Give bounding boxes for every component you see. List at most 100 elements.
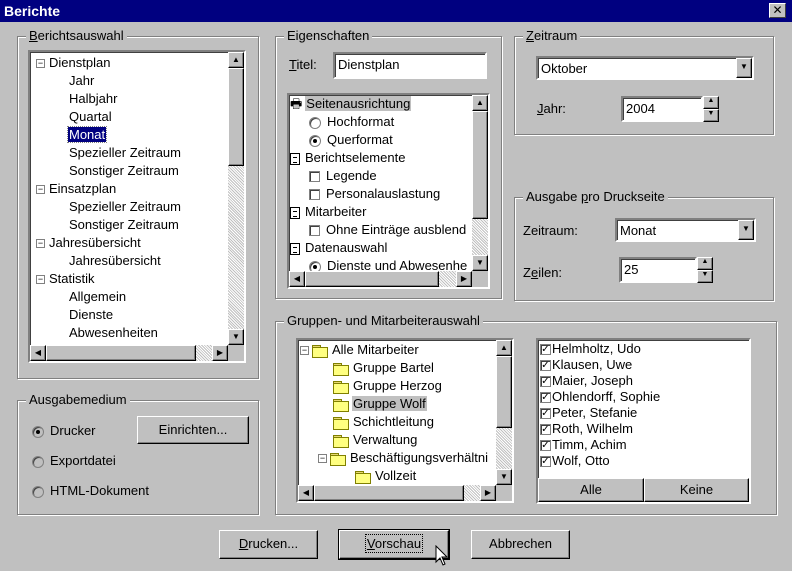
group-tree-item[interactable]: Gruppe Wolf: [333, 395, 427, 413]
property-item[interactable]: 🖶 Seitenausrichtung: [290, 95, 412, 113]
collapse-icon[interactable]: −: [36, 185, 45, 195]
properties-list[interactable]: 🖶 Seitenausrichtung Hochformat Querformat Be…: [287, 93, 490, 289]
spin-down-icon[interactable]: ▼: [703, 109, 719, 122]
scroll-down-button[interactable]: ▼: [496, 469, 512, 485]
employee-list[interactable]: ✓ Helmholtz, Udo ✓ Klausen, Uwe ✓ Maier, Jose…: [536, 338, 751, 504]
checkbox-checked-icon[interactable]: ✓: [540, 424, 551, 436]
group-tree-item[interactable]: Vollzeit: [355, 467, 417, 485]
property-item[interactable]: Personalauslastung: [309, 185, 440, 203]
tree-item[interactable]: Sonstiger Zeitraum: [68, 216, 180, 234]
properties-hscroll[interactable]: ◀ ▶: [289, 271, 472, 287]
scroll-right-button[interactable]: ▶: [480, 485, 496, 501]
scroll-up-button[interactable]: ▲: [472, 95, 488, 111]
collapse-icon[interactable]: −: [36, 59, 45, 69]
tree-item[interactable]: Halbjahr: [68, 90, 118, 108]
checkbox-checked-icon[interactable]: ✓: [540, 392, 551, 404]
drucken-button[interactable]: Drucken...: [219, 530, 318, 559]
einrichten-button[interactable]: Einrichten...: [137, 416, 249, 444]
checkbox-checked-icon[interactable]: ✓: [540, 440, 551, 452]
tree-item[interactable]: Quartal: [68, 108, 113, 126]
chevron-down-icon[interactable]: ▼: [736, 58, 752, 78]
scroll-right-button[interactable]: ▶: [456, 271, 472, 287]
tree-item[interactable]: Jahr: [68, 72, 95, 90]
year-input[interactable]: 2004: [621, 96, 703, 122]
zeilen-input[interactable]: 25: [619, 257, 697, 283]
collapse-icon[interactable]: −: [318, 454, 327, 464]
tree-item[interactable]: Spezieller Zeitraum: [68, 144, 182, 162]
spin-up-icon[interactable]: ▲: [697, 257, 713, 270]
zeilen-spinner[interactable]: ▲ ▼: [697, 257, 713, 283]
scroll-thumb[interactable]: [496, 356, 512, 428]
collapse-icon[interactable]: −: [300, 346, 309, 356]
collapse-icon[interactable]: −: [36, 275, 45, 285]
scroll-thumb[interactable]: [228, 68, 244, 166]
spin-down-icon[interactable]: ▼: [697, 270, 713, 283]
group-tree-item[interactable]: Gruppe Herzog: [333, 377, 443, 395]
report-tree[interactable]: − Dienstplan Jahr Halbjahr Quartal Monat Spezi…: [28, 50, 246, 363]
employee-item[interactable]: ✓ Peter, Stefanie: [540, 405, 637, 421]
property-item[interactable]: Ohne Einträge ausblend: [309, 221, 466, 239]
employee-item[interactable]: ✓ Wolf, Otto: [540, 453, 610, 469]
scroll-thumb[interactable]: [472, 111, 488, 219]
tree-item[interactable]: Jahresübersicht: [68, 252, 162, 270]
abbrechen-button[interactable]: Abbrechen: [471, 530, 570, 559]
employee-item[interactable]: ✓ Klausen, Uwe: [540, 357, 632, 373]
employee-item[interactable]: ✓ Helmholtz, Udo: [540, 341, 641, 357]
keine-button[interactable]: Keine: [644, 478, 749, 502]
scroll-up-button[interactable]: ▲: [228, 52, 244, 68]
tree-item[interactable]: − Statistik: [36, 270, 96, 288]
tree-item[interactable]: Spezieller Zeitraum: [68, 198, 182, 216]
employee-item[interactable]: ✓ Roth, Wilhelm: [540, 421, 633, 437]
radio-exportdatei[interactable]: Exportdatei: [32, 453, 116, 469]
radio-drucker[interactable]: Drucker: [32, 423, 96, 439]
tree-item[interactable]: − Dienstplan: [36, 54, 111, 72]
druck-zeitraum-select[interactable]: Monat ▼: [615, 218, 756, 242]
tree-item[interactable]: Monat: [66, 126, 108, 144]
spin-up-icon[interactable]: ▲: [703, 96, 719, 109]
report-tree-hscroll[interactable]: ◀ ▶: [30, 345, 228, 361]
collapse-icon[interactable]: −: [36, 239, 45, 249]
scroll-right-button[interactable]: ▶: [212, 345, 228, 361]
group-tree-item[interactable]: Verwaltung: [333, 431, 418, 449]
employee-item[interactable]: ✓ Timm, Achim: [540, 437, 627, 453]
property-item[interactable]: Querformat: [309, 131, 393, 149]
report-tree-vscroll[interactable]: ▲ ▼: [228, 52, 244, 345]
checkbox-checked-icon[interactable]: ✓: [540, 360, 551, 372]
scroll-left-button[interactable]: ◀: [30, 345, 46, 361]
tree-item[interactable]: Dienste: [68, 306, 114, 324]
scroll-down-button[interactable]: ▼: [472, 255, 488, 271]
group-tree-item[interactable]: − Beschäftigungsverhältni: [318, 449, 489, 467]
month-select[interactable]: Oktober ▼: [536, 56, 754, 80]
titel-input[interactable]: Dienstplan: [333, 52, 487, 79]
alle-button[interactable]: Alle: [538, 478, 644, 502]
property-item[interactable]: Legende: [309, 167, 377, 185]
property-item[interactable]: Mitarbeiter: [290, 203, 366, 221]
employee-item[interactable]: ✓ Ohlendorff, Sophie: [540, 389, 660, 405]
tree-item[interactable]: Sonstiger Zeitraum: [68, 162, 180, 180]
property-item[interactable]: Datenauswahl: [290, 239, 387, 257]
property-item[interactable]: Berichtselemente: [290, 149, 405, 167]
checkbox-checked-icon[interactable]: ✓: [540, 376, 551, 388]
property-item[interactable]: Hochformat: [309, 113, 394, 131]
group-tree-item[interactable]: Gruppe Bartel: [333, 359, 435, 377]
tree-item[interactable]: − Jahresübersicht: [36, 234, 142, 252]
group-tree-item[interactable]: Schichtleitung: [333, 413, 435, 431]
tree-item[interactable]: Abwesenheiten: [68, 324, 159, 342]
scroll-thumb[interactable]: [46, 345, 196, 361]
group-tree-vscroll[interactable]: ▲ ▼: [496, 340, 512, 485]
group-tree-hscroll[interactable]: ◀ ▶: [298, 485, 496, 501]
employee-item[interactable]: ✓ Maier, Joseph: [540, 373, 633, 389]
checkbox-checked-icon[interactable]: ✓: [540, 408, 551, 420]
properties-vscroll[interactable]: ▲ ▼: [472, 95, 488, 271]
group-tree[interactable]: − Alle Mitarbeiter Gruppe Bartel Gruppe Her…: [296, 338, 514, 503]
checkbox-checked-icon[interactable]: ✓: [540, 344, 551, 356]
scroll-thumb[interactable]: [314, 485, 464, 501]
year-spinner[interactable]: ▲ ▼: [703, 96, 719, 122]
chevron-down-icon[interactable]: ▼: [738, 220, 754, 240]
tree-item[interactable]: Allgemein: [68, 288, 127, 306]
radio-html-dokument[interactable]: HTML-Dokument: [32, 483, 149, 499]
scroll-left-button[interactable]: ◀: [298, 485, 314, 501]
scroll-up-button[interactable]: ▲: [496, 340, 512, 356]
tree-item[interactable]: − Einsatzplan: [36, 180, 117, 198]
scroll-thumb[interactable]: [305, 271, 439, 287]
